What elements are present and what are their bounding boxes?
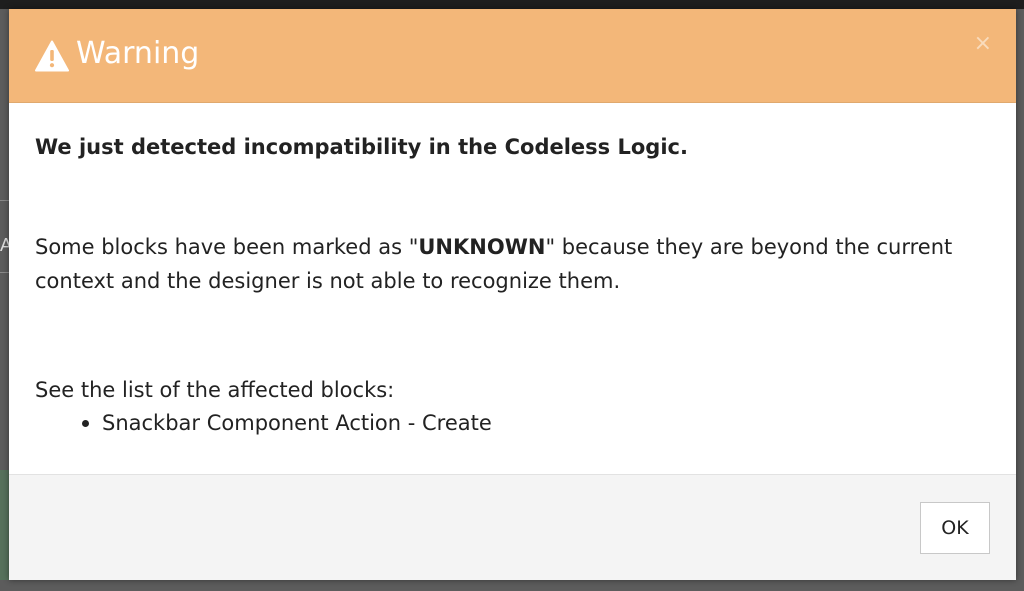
dialog-header: Warning × (9, 9, 1016, 103)
affected-blocks-list: Snackbar Component Action - Create (35, 409, 492, 437)
background-panel (0, 470, 9, 580)
bullet-icon (82, 420, 89, 427)
message-keyword: UNKNOWN (418, 235, 546, 259)
affected-blocks-intro: See the list of the affected blocks: (35, 378, 395, 402)
background-divider (0, 200, 9, 201)
dialog-headline: We just detected incompatibility in the … (35, 135, 688, 159)
list-item: Snackbar Component Action - Create (35, 409, 492, 437)
dialog-footer: OK (9, 474, 1016, 580)
affected-block-label: Snackbar Component Action - Create (102, 411, 492, 435)
background-divider (0, 272, 9, 273)
dialog-title: Warning (76, 36, 200, 71)
message-text-before: Some blocks have been marked as " (35, 235, 419, 259)
ok-button[interactable]: OK (920, 502, 990, 554)
warning-dialog: Warning × We just detected incompatibili… (9, 9, 1016, 580)
top-bar (0, 0, 1024, 9)
dialog-message: Some blocks have been marked as "UNKNOWN… (35, 230, 995, 298)
close-icon[interactable]: × (974, 31, 992, 57)
warning-triangle-icon (35, 40, 69, 72)
